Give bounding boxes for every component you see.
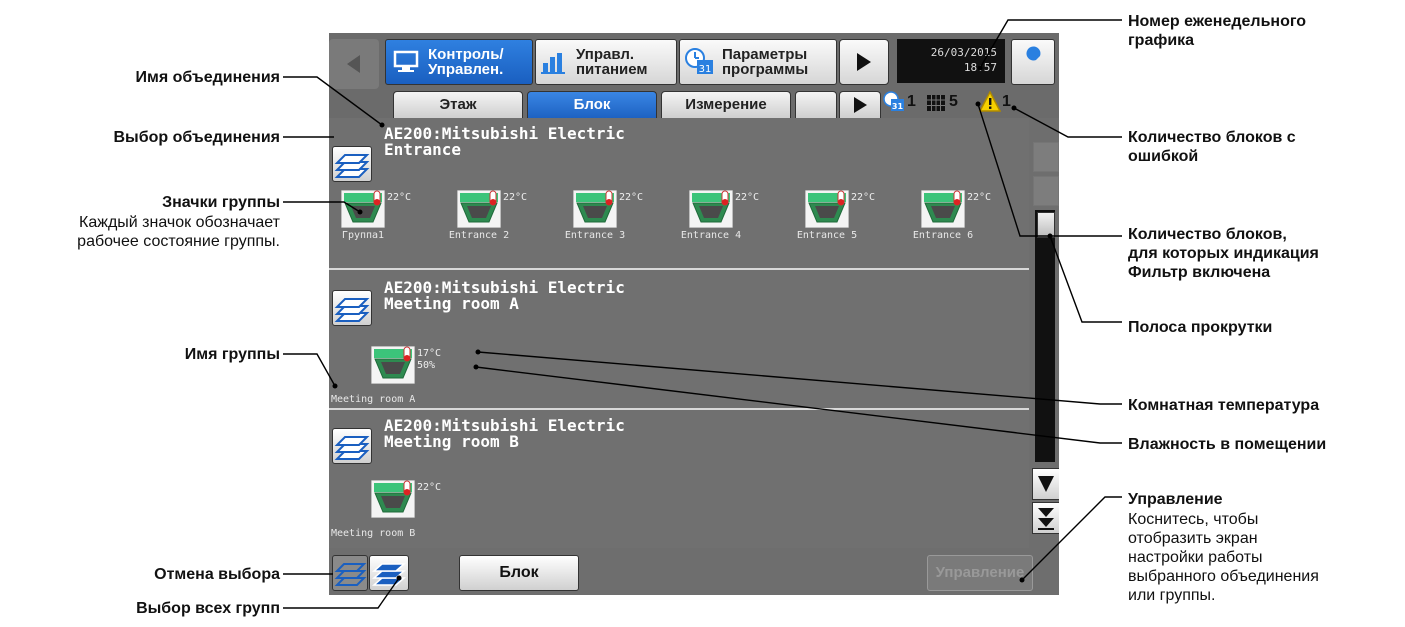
annotation-leader-lines — [283, 19, 1122, 609]
